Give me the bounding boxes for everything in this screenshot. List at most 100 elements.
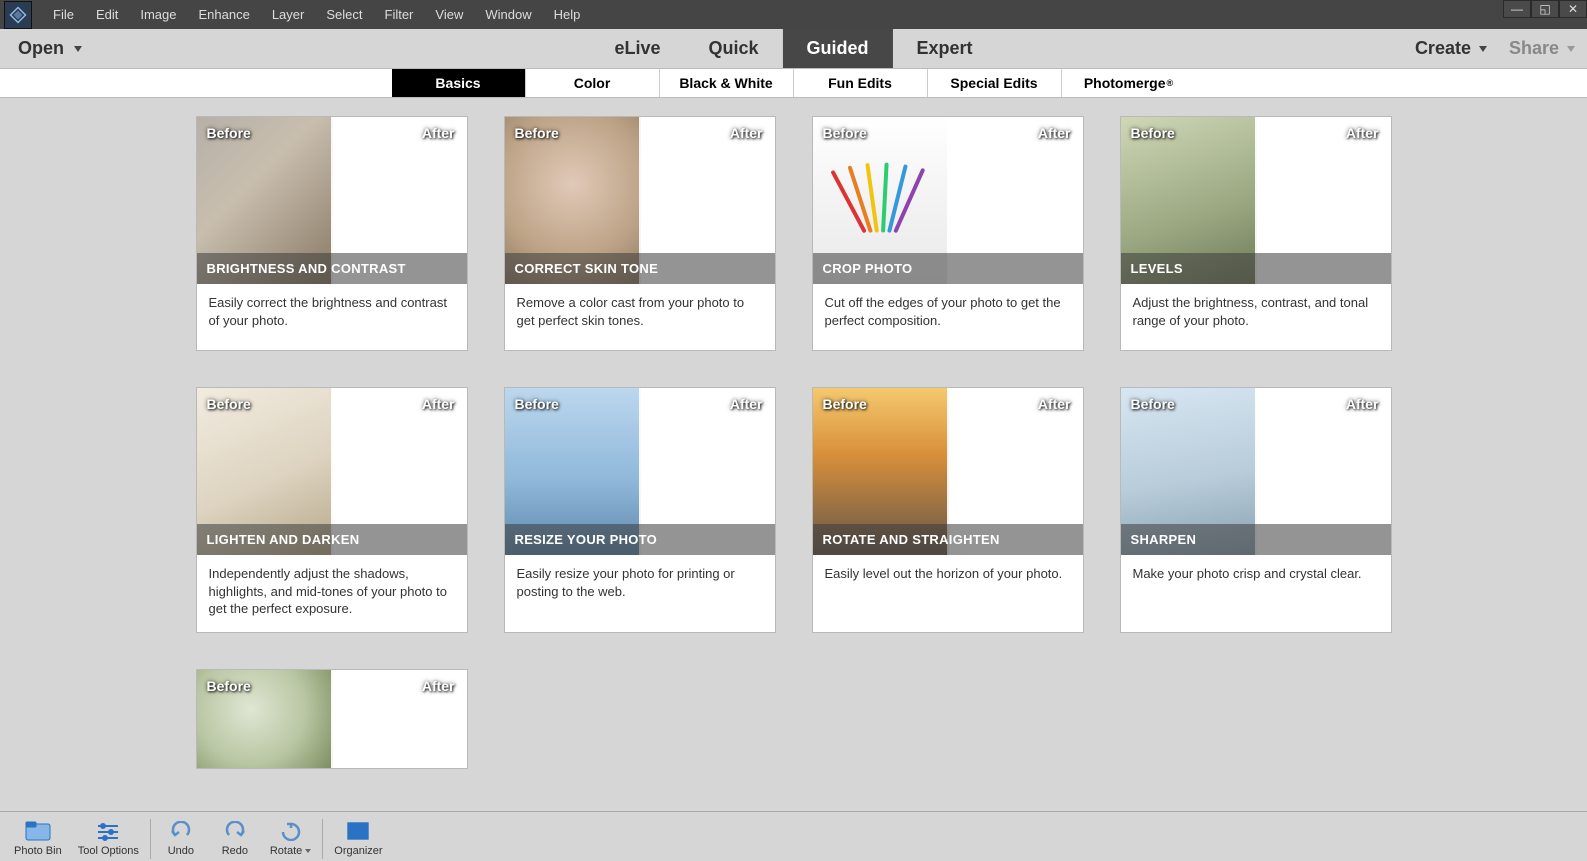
share-label: Share <box>1509 38 1559 59</box>
redo-button[interactable]: Redo <box>208 817 262 859</box>
create-button[interactable]: Create <box>1415 38 1487 59</box>
card-title: ROTATE AND STRAIGHTEN <box>813 524 1083 555</box>
menu-help[interactable]: Help <box>543 7 592 22</box>
card-title: LIGHTEN AND DARKEN <box>197 524 467 555</box>
before-label: Before <box>515 125 559 141</box>
chevron-down-icon <box>305 849 311 853</box>
chevron-down-icon <box>1479 46 1487 52</box>
app-logo <box>4 1 32 29</box>
menu-window[interactable]: Window <box>474 7 542 22</box>
mode-tab-guided[interactable]: Guided <box>783 29 893 68</box>
before-label: Before <box>207 125 251 141</box>
card-description: Make your photo crisp and crystal clear. <box>1121 555 1391 621</box>
after-label: After <box>730 396 763 412</box>
after-label: After <box>1346 396 1379 412</box>
after-label: After <box>1038 396 1071 412</box>
card-preview: Before After ROTATE AND STRAIGHTEN <box>813 388 1083 555</box>
chevron-down-icon <box>74 46 82 52</box>
before-label: Before <box>823 125 867 141</box>
open-button[interactable]: Open <box>18 38 82 59</box>
after-label: After <box>1346 125 1379 141</box>
card-preview: Before After RESIZE YOUR PHOTO <box>505 388 775 555</box>
card-title: RESIZE YOUR PHOTO <box>505 524 775 555</box>
category-tab-basics[interactable]: Basics <box>392 69 526 97</box>
undo-icon <box>169 819 193 843</box>
category-tab-black-white[interactable]: Black & White <box>660 69 794 97</box>
card-crop-photo[interactable]: Before After CROP PHOTO Cut off the edge… <box>812 116 1084 351</box>
card-preview: Before After CROP PHOTO <box>813 117 1083 284</box>
close-button[interactable]: ✕ <box>1559 0 1587 18</box>
card-preview: Before After LEVELS <box>1121 117 1391 284</box>
photo-bin-button[interactable]: Photo Bin <box>6 817 70 859</box>
before-label: Before <box>823 396 867 412</box>
menu-file[interactable]: File <box>42 7 85 22</box>
card-title: CORRECT SKIN TONE <box>505 253 775 284</box>
card-preview: Before After <box>197 670 467 768</box>
card-vignette[interactable]: Before After <box>196 669 468 769</box>
card-preview: Before After LIGHTEN AND DARKEN <box>197 388 467 555</box>
menu-select[interactable]: Select <box>315 7 373 22</box>
after-label: After <box>422 125 455 141</box>
organizer-button[interactable]: Organizer <box>326 817 390 859</box>
card-title: LEVELS <box>1121 253 1391 284</box>
card-description: Remove a color cast from your photo to g… <box>505 284 775 350</box>
category-tab-photomerge[interactable]: Photomerge® <box>1062 69 1196 97</box>
separator <box>150 819 151 859</box>
card-levels[interactable]: Before After LEVELS Adjust the brightnes… <box>1120 116 1392 351</box>
category-tab-fun-edits[interactable]: Fun Edits <box>794 69 928 97</box>
menu-filter[interactable]: Filter <box>374 7 425 22</box>
mode-tab-quick[interactable]: Quick <box>684 29 782 68</box>
card-title: BRIGHTNESS AND CONTRAST <box>197 253 467 284</box>
menu-enhance[interactable]: Enhance <box>188 7 261 22</box>
before-label: Before <box>207 396 251 412</box>
card-description: Easily resize your photo for printing or… <box>505 555 775 621</box>
organizer-label: Organizer <box>334 845 382 857</box>
bottom-toolbar: Photo Bin Tool Options Undo Redo Rotate … <box>0 811 1587 861</box>
open-label: Open <box>18 38 64 59</box>
undo-button[interactable]: Undo <box>154 817 208 859</box>
tool-options-button[interactable]: Tool Options <box>70 817 147 859</box>
menu-layer[interactable]: Layer <box>261 7 316 22</box>
redo-icon <box>223 819 247 843</box>
card-brightness-contrast[interactable]: Before After BRIGHTNESS AND CONTRAST Eas… <box>196 116 468 351</box>
before-label: Before <box>1131 125 1175 141</box>
after-label: After <box>422 396 455 412</box>
photomerge-label: Photomerge <box>1084 75 1166 91</box>
after-label: After <box>730 125 763 141</box>
card-description: Easily level out the horizon of your pho… <box>813 555 1083 621</box>
card-sharpen[interactable]: Before After SHARPEN Make your photo cri… <box>1120 387 1392 633</box>
card-rotate-straighten[interactable]: Before After ROTATE AND STRAIGHTEN Easil… <box>812 387 1084 633</box>
menu-bar: File Edit Image Enhance Layer Select Fil… <box>0 0 1587 29</box>
category-tab-special-edits[interactable]: Special Edits <box>928 69 1062 97</box>
rotate-icon <box>279 819 303 843</box>
mode-tab-elive[interactable]: eLive <box>590 29 684 68</box>
card-resize-photo[interactable]: Before After RESIZE YOUR PHOTO Easily re… <box>504 387 776 633</box>
photo-bin-label: Photo Bin <box>14 845 62 857</box>
organizer-icon <box>346 819 370 843</box>
photo-bin-icon <box>25 819 51 843</box>
menu-edit[interactable]: Edit <box>85 7 129 22</box>
guided-content: Before After BRIGHTNESS AND CONTRAST Eas… <box>0 98 1587 811</box>
redo-label: Redo <box>222 845 248 857</box>
mode-tab-expert[interactable]: Expert <box>893 29 997 68</box>
card-preview: Before After BRIGHTNESS AND CONTRAST <box>197 117 467 284</box>
rotate-button[interactable]: Rotate <box>262 817 319 859</box>
share-button[interactable]: Share <box>1509 38 1575 59</box>
menu-view[interactable]: View <box>424 7 474 22</box>
card-lighten-darken[interactable]: Before After LIGHTEN AND DARKEN Independ… <box>196 387 468 633</box>
before-label: Before <box>1131 396 1175 412</box>
mode-bar: Open eLive Quick Guided Expert Create Sh… <box>0 29 1587 69</box>
minimize-button[interactable]: — <box>1503 0 1531 18</box>
card-description: Cut off the edges of your photo to get t… <box>813 284 1083 350</box>
menu-image[interactable]: Image <box>129 7 187 22</box>
card-correct-skin-tone[interactable]: Before After CORRECT SKIN TONE Remove a … <box>504 116 776 351</box>
card-preview: Before After CORRECT SKIN TONE <box>505 117 775 284</box>
tool-options-label: Tool Options <box>78 845 139 857</box>
tool-options-icon <box>95 819 121 843</box>
card-preview: Before After SHARPEN <box>1121 388 1391 555</box>
category-tab-color[interactable]: Color <box>526 69 660 97</box>
right-actions: Create Share <box>1415 38 1575 59</box>
after-label: After <box>422 678 455 694</box>
maximize-button[interactable]: ◱ <box>1531 0 1559 18</box>
separator <box>322 819 323 859</box>
